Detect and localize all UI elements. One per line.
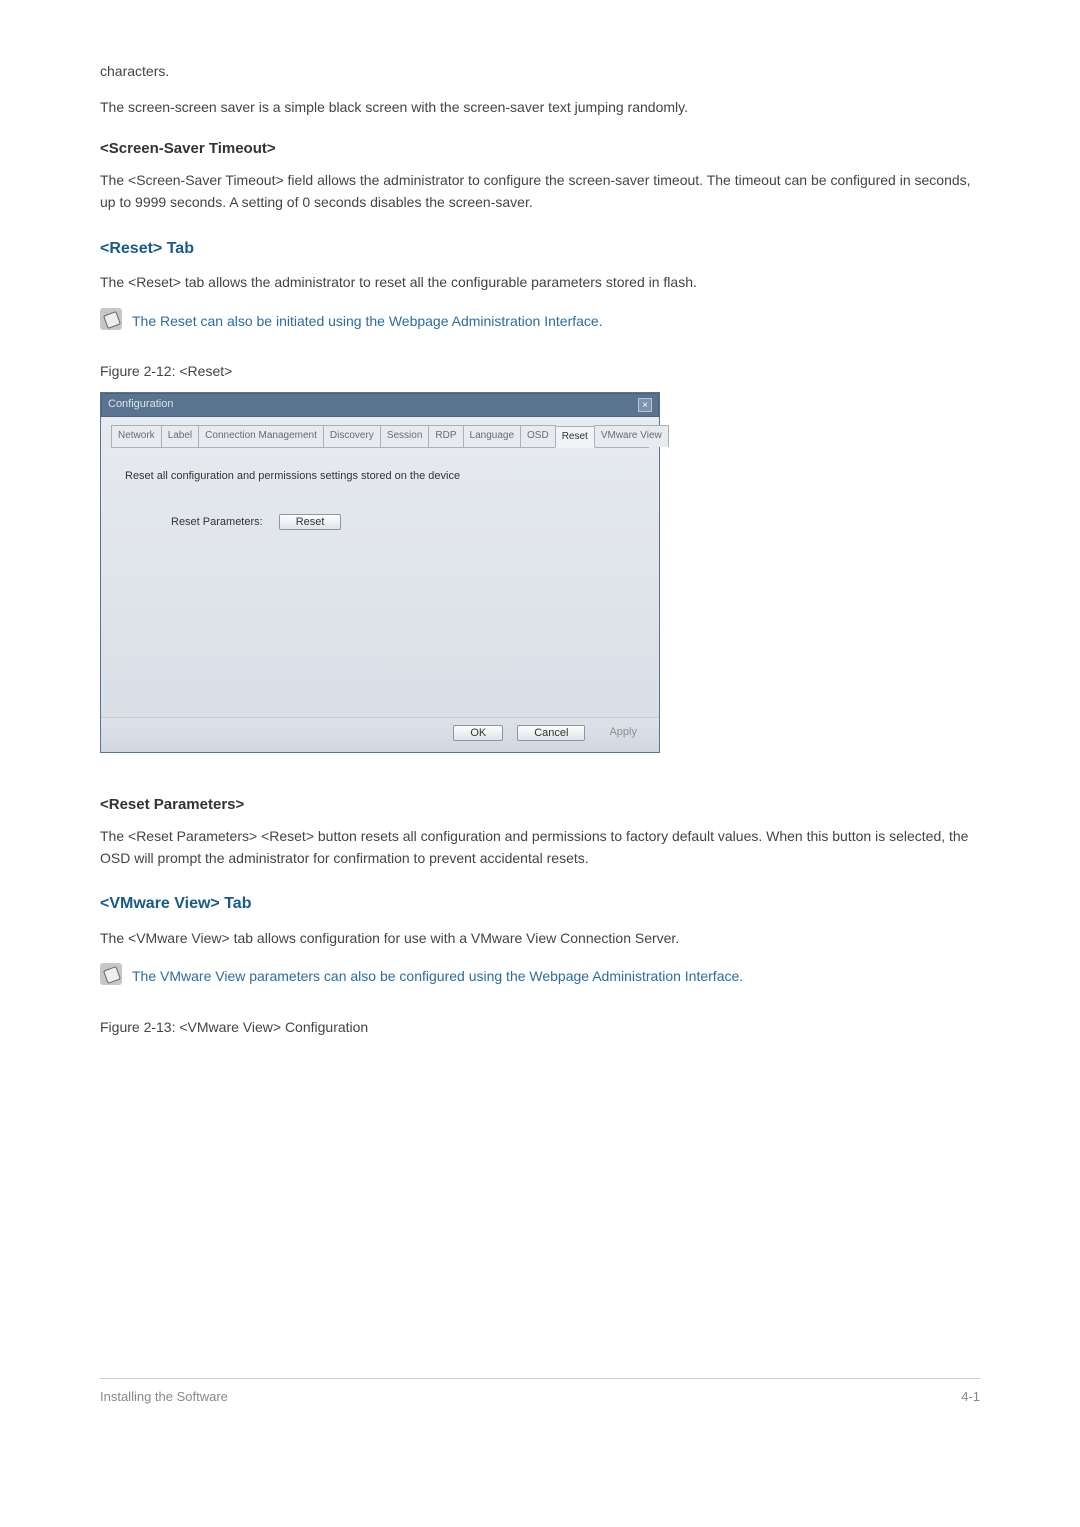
- note-reset: The Reset can also be initiated using th…: [100, 308, 980, 332]
- note-vmware-text: The VMware View parameters can also be c…: [132, 963, 743, 987]
- tab-language[interactable]: Language: [463, 425, 522, 447]
- note-icon: [100, 963, 122, 985]
- paragraph-characters: characters.: [100, 60, 980, 82]
- dialog-body: Network Label Connection Management Disc…: [101, 417, 659, 717]
- tab-osd[interactable]: OSD: [520, 425, 556, 447]
- tab-discovery[interactable]: Discovery: [323, 425, 381, 447]
- note-icon: [100, 308, 122, 330]
- dialog-footer: OK Cancel Apply: [101, 717, 659, 752]
- tab-label[interactable]: Label: [161, 425, 199, 447]
- figure-caption-vmware: Figure 2-13: <VMware View> Configuration: [100, 1016, 980, 1038]
- paragraph-vmware-view-tab: The <VMware View> tab allows configurati…: [100, 927, 980, 949]
- tab-vmware-view[interactable]: VMware View: [594, 425, 669, 447]
- reset-parameters-label: Reset Parameters:: [171, 514, 263, 532]
- tab-rdp[interactable]: RDP: [428, 425, 463, 447]
- footer-right: 4-1: [961, 1387, 980, 1408]
- heading-reset-tab: <Reset> Tab: [100, 236, 980, 262]
- paragraph-reset-tab: The <Reset> tab allows the administrator…: [100, 271, 980, 293]
- dialog-content-text: Reset all configuration and permissions …: [125, 468, 649, 486]
- note-reset-text: The Reset can also be initiated using th…: [132, 308, 603, 332]
- paragraph-screensaver-intro: The screen-screen saver is a simple blac…: [100, 96, 980, 118]
- heading-reset-parameters: <Reset Parameters>: [100, 793, 980, 817]
- reset-button[interactable]: Reset: [279, 514, 342, 530]
- dialog-title: Configuration: [108, 396, 173, 414]
- dialog-titlebar: Configuration ×: [101, 393, 659, 417]
- heading-screen-saver-timeout: <Screen-Saver Timeout>: [100, 137, 980, 161]
- tab-session[interactable]: Session: [380, 425, 430, 447]
- footer-left: Installing the Software: [100, 1387, 228, 1408]
- note-vmware: The VMware View parameters can also be c…: [100, 963, 980, 987]
- figure-caption-reset: Figure 2-12: <Reset>: [100, 360, 980, 382]
- tab-reset[interactable]: Reset: [555, 426, 595, 448]
- tabs-row: Network Label Connection Management Disc…: [111, 425, 649, 448]
- paragraph-screen-saver-timeout: The <Screen-Saver Timeout> field allows …: [100, 169, 980, 214]
- page-footer: Installing the Software 4-1: [100, 1378, 980, 1408]
- configuration-dialog: Configuration × Network Label Connection…: [100, 392, 660, 752]
- ok-button[interactable]: OK: [453, 725, 503, 741]
- tab-connection-management[interactable]: Connection Management: [198, 425, 324, 447]
- reset-parameters-row: Reset Parameters: Reset: [171, 514, 649, 532]
- paragraph-reset-parameters: The <Reset Parameters> <Reset> button re…: [100, 825, 980, 870]
- cancel-button[interactable]: Cancel: [517, 725, 585, 741]
- close-icon[interactable]: ×: [638, 398, 652, 412]
- tab-network[interactable]: Network: [111, 425, 162, 447]
- apply-button[interactable]: Apply: [599, 724, 647, 742]
- heading-vmware-view-tab: <VMware View> Tab: [100, 891, 980, 917]
